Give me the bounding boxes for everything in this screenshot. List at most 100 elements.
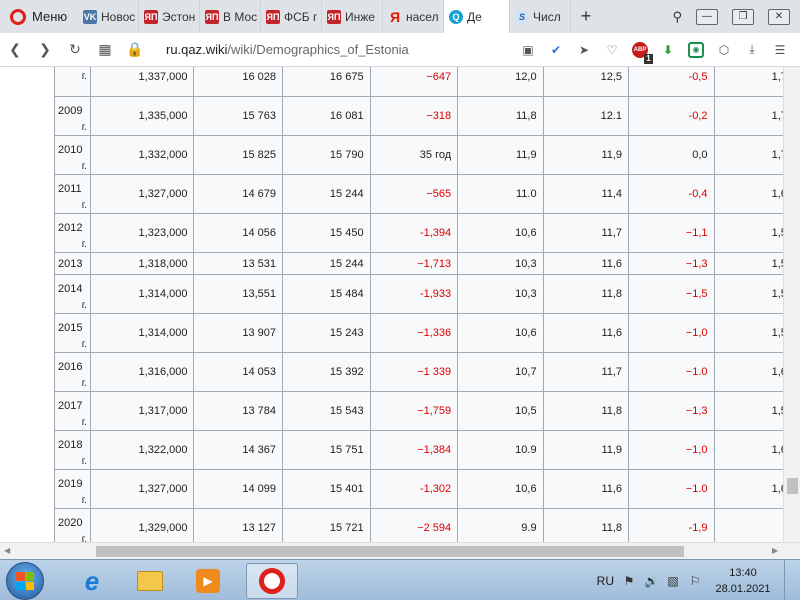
crude-death-rate-cell: 11,9 xyxy=(542,135,630,175)
year-value: 2018 xyxy=(58,439,83,451)
year-cell: 2020 г. xyxy=(54,508,91,542)
browser-tab[interactable]: VK Новос xyxy=(78,0,139,33)
horizontal-scroll-thumb[interactable] xyxy=(96,546,684,557)
crude-death-rate-cell: 11,7 xyxy=(542,352,630,392)
table-row: 2019 г. 1,327,000 14 099 15 401 -1,302 10,6 11,… xyxy=(54,469,800,509)
crude-death-rate-cell: 11,8 xyxy=(542,508,630,542)
births-cell: 14 679 xyxy=(193,174,284,214)
year-cell: 2019 г. xyxy=(54,469,91,509)
adblock-plus-icon[interactable]: ABP 1 xyxy=(632,41,653,64)
extension-green-icon[interactable]: ◉ xyxy=(688,41,704,58)
crude-death-rate-cell: 11,6 xyxy=(542,252,630,275)
births-cell: 13 531 xyxy=(193,252,284,275)
browser-tab[interactable]: ЯП В Мос xyxy=(200,0,261,33)
deaths-cell: 15 721 xyxy=(282,508,371,542)
clock-date: 28.01.2021 xyxy=(715,582,771,595)
browser-tab[interactable]: ЯП ФСБ г xyxy=(261,0,322,33)
vpn-shield-icon[interactable]: ✔ xyxy=(548,42,564,58)
yaplakal-icon: ЯП xyxy=(327,9,341,24)
network-tray-icon[interactable]: ⚑ xyxy=(622,574,636,588)
clock[interactable]: 13:40 28.01.2021 xyxy=(710,565,776,597)
natural-change-rate-cell: 0,0 xyxy=(628,135,715,175)
easy-setup-icon[interactable]: ☰ xyxy=(772,42,788,58)
language-indicator[interactable]: RU xyxy=(597,574,614,588)
natural-change-cell: -1,302 xyxy=(369,469,459,509)
close-window-button[interactable]: ✕ xyxy=(768,8,790,25)
speed-dial-icon[interactable]: ▦ xyxy=(90,41,120,58)
taskbar-media-player[interactable]: ▶ xyxy=(182,563,234,599)
signal-icon[interactable]: ▧ xyxy=(666,574,680,588)
year-cell: 2011 г. xyxy=(54,174,91,214)
vertical-scrollbar[interactable] xyxy=(783,67,800,542)
year-value: 2015 xyxy=(58,322,83,334)
scroll-left-arrow-icon[interactable]: ◀ xyxy=(4,546,10,555)
year-value: 2016 xyxy=(58,361,83,373)
population-cell: 1,327,000 xyxy=(89,174,195,214)
url-field[interactable]: ru.qaz.wiki/wiki/Demographics_of_Estonia xyxy=(166,42,409,57)
opera-menu-button[interactable]: Меню xyxy=(0,0,78,33)
qaz-icon: Q xyxy=(449,9,463,24)
year-suffix: г. xyxy=(81,378,87,389)
natural-change-cell: −1,759 xyxy=(369,391,459,431)
browser-tab[interactable]: ЯП Эстон xyxy=(139,0,200,33)
natural-change-rate-cell: −1,5 xyxy=(628,274,715,314)
system-tray: RU ⚑ 🔊 ▧ ⚐ 13:40 28.01.2021 xyxy=(597,560,800,600)
flag-icon[interactable]: ⚐ xyxy=(688,574,702,588)
browser-tab[interactable]: Q Де xyxy=(444,0,510,33)
tab-label: Новос xyxy=(101,9,136,24)
restore-button[interactable]: ❐ xyxy=(732,8,754,25)
horizontal-scrollbar[interactable]: ◀ ▶ xyxy=(0,542,800,559)
heart-icon[interactable]: ♡ xyxy=(604,42,620,58)
natural-change-rate-cell: −1.0 xyxy=(628,352,715,392)
table-row: 2014 г. 1,314,000 13,551 15 484 -1,933 10,3 11,… xyxy=(54,274,800,314)
deaths-cell: 15 244 xyxy=(282,174,371,214)
population-cell: 1,314,000 xyxy=(89,274,195,314)
forward-icon[interactable]: ❯ xyxy=(30,41,60,58)
crude-birth-rate-cell: 9.9 xyxy=(457,508,544,542)
new-tab-button[interactable]: + xyxy=(571,0,601,33)
yaplakal-icon: ЯП xyxy=(144,9,158,24)
volume-icon[interactable]: 🔊 xyxy=(644,574,659,588)
search-tabs-icon[interactable]: ⚲ xyxy=(672,9,682,25)
send-icon[interactable]: ➤ xyxy=(576,42,592,58)
vertical-scroll-thumb[interactable] xyxy=(787,478,798,494)
browser-tab[interactable]: ЯП Инже xyxy=(322,0,383,33)
lock-icon: 🔒 xyxy=(126,41,144,57)
clock-time: 13:40 xyxy=(729,566,757,579)
year-suffix: г. xyxy=(81,239,87,250)
crude-death-rate-cell: 12.1 xyxy=(542,96,630,136)
table-row: 2018 г. 1,322,000 14 367 15 751 −1,384 10.9 11,… xyxy=(54,430,800,470)
population-cell: 1,318,000 xyxy=(89,252,195,275)
crude-birth-rate-cell: 10,6 xyxy=(457,313,544,353)
download-helper-icon[interactable]: ⬇ xyxy=(660,42,676,58)
crude-death-rate-cell: 11,7 xyxy=(542,213,630,253)
year-cell: 2014 г. xyxy=(54,274,91,314)
internet-explorer-icon: e xyxy=(84,565,100,596)
snapshot-icon[interactable]: ▣ xyxy=(520,42,536,58)
crude-birth-rate-cell: 12,0 xyxy=(457,67,544,97)
taskbar-internet-explorer[interactable]: e xyxy=(66,563,118,599)
scroll-right-arrow-icon[interactable]: ▶ xyxy=(772,546,778,555)
cube-icon[interactable]: ⬡ xyxy=(716,42,732,58)
start-button[interactable] xyxy=(6,562,44,600)
reload-icon[interactable]: ↻ xyxy=(60,41,90,58)
births-cell: 14 056 xyxy=(193,213,284,253)
table-row: 2017 г. 1,317,000 13 784 15 543 −1,759 10,5 11,… xyxy=(54,391,800,431)
show-desktop-button[interactable] xyxy=(784,560,794,600)
natural-change-rate-cell: -0,5 xyxy=(628,67,715,97)
tab-label: ФСБ г xyxy=(284,9,318,24)
minimize-button[interactable]: — xyxy=(696,8,718,25)
deaths-cell: 15 484 xyxy=(282,274,371,314)
taskbar-opera[interactable] xyxy=(246,563,298,599)
tab-label: Инже xyxy=(345,9,375,24)
natural-change-rate-cell: -1,9 xyxy=(628,508,715,542)
downloads-icon[interactable]: ⤓ xyxy=(744,42,760,58)
natural-change-cell: -1,394 xyxy=(369,213,459,253)
year-cell: 2012 г. xyxy=(54,213,91,253)
back-icon[interactable]: ❮ xyxy=(0,41,30,58)
crude-birth-rate-cell: 11.0 xyxy=(457,174,544,214)
natural-change-cell: -1,933 xyxy=(369,274,459,314)
taskbar-explorer[interactable] xyxy=(124,563,176,599)
browser-tab[interactable]: Янасел xyxy=(383,0,444,33)
browser-tab[interactable]: S Числ xyxy=(510,0,571,33)
